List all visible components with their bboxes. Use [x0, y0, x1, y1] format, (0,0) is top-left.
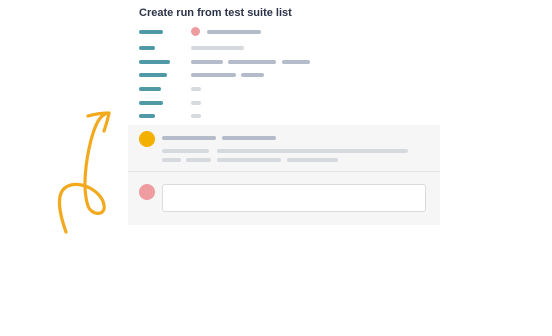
hand-drawn-arrow-icon	[57, 111, 111, 234]
